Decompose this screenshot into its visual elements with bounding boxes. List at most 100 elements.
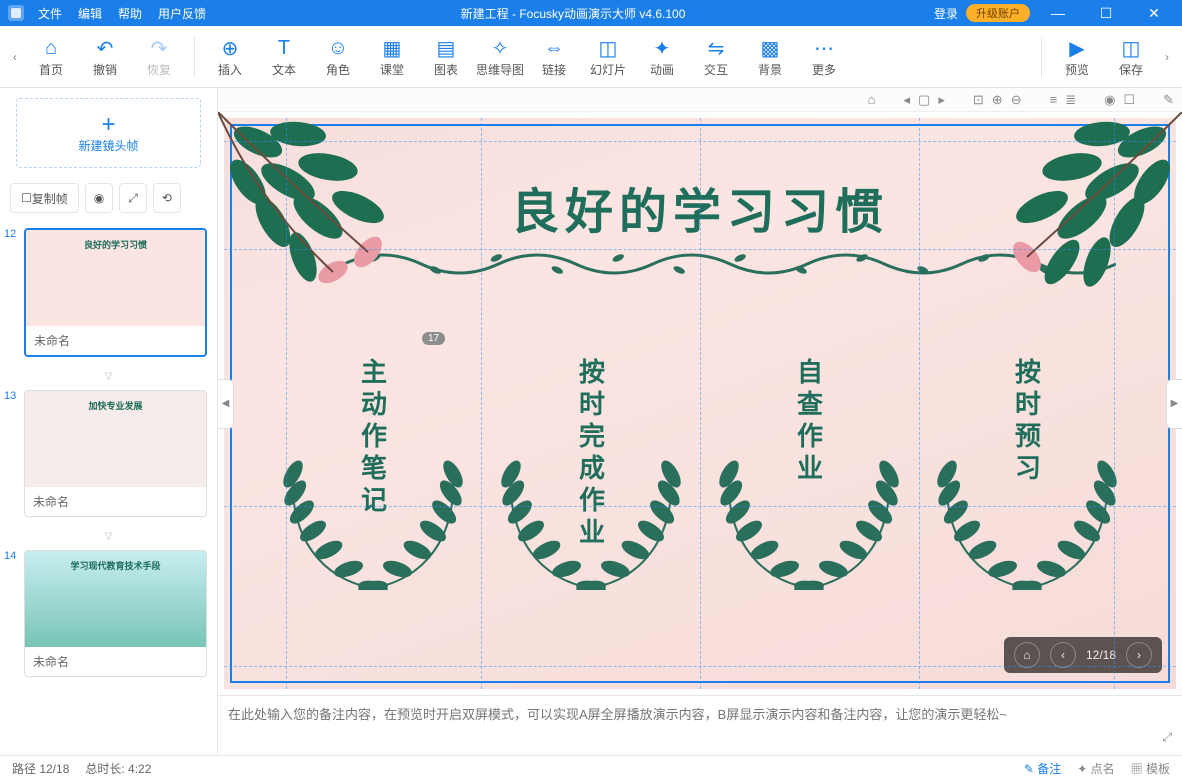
- tool-frame-icon[interactable]: ▢: [918, 92, 930, 108]
- app-icon: [8, 5, 24, 21]
- tool-prev-icon[interactable]: ◂: [904, 92, 911, 108]
- status-remark-button[interactable]: ✎ 备注: [1024, 760, 1061, 777]
- ribbon-背景-button[interactable]: ▩背景: [743, 29, 797, 85]
- tool-alignl-icon[interactable]: ≡: [1050, 92, 1058, 107]
- ribbon-sep: [194, 37, 195, 77]
- laurel-item[interactable]: 自查作业: [709, 350, 909, 590]
- ribbon-图表-button[interactable]: ▤图表: [419, 29, 473, 85]
- loop-button[interactable]: ⟲: [153, 183, 181, 213]
- 背景-icon: ▩: [761, 35, 780, 61]
- ribbon-幻灯片-button[interactable]: ◫幻灯片: [581, 29, 635, 85]
- notes-input[interactable]: [228, 704, 1172, 747]
- 课堂-icon: ▦: [383, 35, 402, 61]
- ribbon-文本-button[interactable]: T文本: [257, 29, 311, 85]
- status-duration: 总时长: 4:22: [85, 760, 151, 777]
- ribbon-更多-button[interactable]: ⋯更多: [797, 29, 851, 85]
- nav-prev-icon[interactable]: ‹: [1050, 642, 1076, 668]
- status-bar: 路径 12/18 总时长: 4:22 ✎ 备注 ✦ 点名 ▦ 模板: [0, 755, 1182, 781]
- canvas-toolbar: ⌂ ◂ ▢ ▸ ⊡ ⊕ ⊖ ≡ ≣ ◉ ☐ ✎: [218, 88, 1182, 112]
- menu-edit[interactable]: 编辑: [72, 2, 108, 25]
- tool-home-icon[interactable]: ⌂: [868, 92, 876, 107]
- 更多-icon: ⋯: [814, 35, 834, 61]
- collapse-sidebar-button[interactable]: ◀: [218, 379, 234, 429]
- ribbon-撤销-button[interactable]: ↶撤销: [78, 29, 132, 85]
- ribbon-交互-button[interactable]: ⇋交互: [689, 29, 743, 85]
- 链接-icon: ⇔: [544, 35, 564, 61]
- notes-panel: ⤢: [218, 695, 1182, 755]
- tool-next-icon[interactable]: ▸: [938, 92, 945, 108]
- new-frame-label: 新建镜头帧: [78, 137, 138, 154]
- 插入-icon: ⊕: [222, 35, 239, 61]
- 文本-icon: T: [278, 35, 290, 61]
- tool-edit-icon[interactable]: ✎: [1163, 92, 1174, 108]
- ribbon-课堂-button[interactable]: ▦课堂: [365, 29, 419, 85]
- plus-icon: +: [101, 113, 115, 137]
- main-menu: 文件 编辑 帮助 用户反馈: [32, 2, 212, 25]
- expand-notes-icon[interactable]: ⤢: [1162, 730, 1172, 745]
- slide-thumb-12[interactable]: 12 良好的学习习惯 未命名: [10, 228, 207, 357]
- laurel-item[interactable]: 主动作笔记: [273, 350, 473, 590]
- copy-frame-button[interactable]: ☐ 复制帧: [10, 183, 79, 213]
- status-template-button[interactable]: ▦ 模板: [1131, 760, 1170, 777]
- 幻灯片-icon: ◫: [599, 35, 618, 61]
- ribbon-首页-button[interactable]: ⌂首页: [24, 29, 78, 85]
- tool-camera-icon[interactable]: ◉: [1104, 92, 1115, 108]
- 角色-icon: ☺: [328, 35, 348, 61]
- close-button[interactable]: ✕: [1134, 5, 1174, 22]
- window-title: 新建工程 - Focusky动画演示大师 v4.6.100: [212, 5, 934, 22]
- new-frame-button[interactable]: + 新建镜头帧: [16, 98, 201, 168]
- nav-page-indicator: 12/18: [1086, 648, 1116, 662]
- ribbon-toolbar: ‹ ⌂首页↶撤销↷恢复 ⊕插入T文本☺角色▦课堂▤图表✧思维导图⇔链接◫幻灯片✦…: [0, 26, 1182, 88]
- 恢复-icon: ↷: [151, 35, 168, 61]
- status-speaker-button[interactable]: ✦ 点名: [1077, 760, 1114, 777]
- aspect-button[interactable]: ⤢: [119, 183, 147, 213]
- 交互-icon: ⇋: [708, 35, 725, 61]
- 动画-icon: ✦: [654, 35, 671, 61]
- minimize-button[interactable]: —: [1038, 5, 1078, 21]
- ribbon-恢复-button[interactable]: ↷恢复: [132, 29, 186, 85]
- ribbon-预览-button[interactable]: ▶预览: [1050, 29, 1104, 85]
- upgrade-button[interactable]: 升级账户: [966, 4, 1030, 22]
- maximize-button[interactable]: ☐: [1086, 5, 1126, 22]
- ribbon-角色-button[interactable]: ☺角色: [311, 29, 365, 85]
- slide-thumb-13[interactable]: 13 加快专业发展 未命名: [10, 390, 207, 517]
- slides-sidebar: + 新建镜头帧 ☐ 复制帧 ◉ ⤢ ⟲ 12 良好的学习习惯 未命名 ▽ 13 …: [0, 88, 218, 755]
- status-path: 路径 12/18: [12, 760, 69, 777]
- 图表-icon: ▤: [437, 35, 456, 61]
- slide-thumb-14[interactable]: 14 学习现代教育技术手段 未命名: [10, 550, 207, 677]
- decor-leaves-tr: [972, 112, 1182, 312]
- stage-canvas[interactable]: 良好的学习习惯 17 主动作笔记 按时完成作业 自查作业 按时预习: [224, 118, 1176, 689]
- menu-file[interactable]: 文件: [32, 2, 68, 25]
- 撤销-icon: ↶: [97, 35, 114, 61]
- ribbon-链接-button[interactable]: ⇔链接: [527, 29, 581, 85]
- tool-zoomin-icon[interactable]: ⊕: [992, 92, 1003, 108]
- element-badge: 17: [422, 332, 445, 345]
- nav-home-icon[interactable]: ⌂: [1014, 642, 1040, 668]
- tool-copy-icon[interactable]: ☐: [1123, 92, 1135, 108]
- ribbon-思维导图-button[interactable]: ✧思维导图: [473, 29, 527, 85]
- canvas-area: ⌂ ◂ ▢ ▸ ⊡ ⊕ ⊖ ≡ ≣ ◉ ☐ ✎ ◀ ▶: [218, 88, 1182, 755]
- camera-button[interactable]: ◉: [85, 183, 113, 213]
- slide-nav-pill: ⌂ ‹ 12/18 ›: [1004, 637, 1162, 673]
- ribbon-插入-button[interactable]: ⊕插入: [203, 29, 257, 85]
- laurel-item[interactable]: 按时预习: [927, 350, 1127, 590]
- ribbon-保存-button[interactable]: ◫保存: [1104, 29, 1158, 85]
- menu-feedback[interactable]: 用户反馈: [152, 2, 212, 25]
- login-link[interactable]: 登录: [934, 5, 958, 22]
- tool-zoomfit-icon[interactable]: ⊡: [973, 92, 984, 108]
- ribbon-scroll-right[interactable]: ›: [1158, 29, 1176, 85]
- laurel-item[interactable]: 按时完成作业: [491, 350, 691, 590]
- slide-thumbnails: 12 良好的学习习惯 未命名 ▽ 13 加快专业发展 未命名 ▽ 14 学习现代…: [0, 228, 217, 755]
- ribbon-动画-button[interactable]: ✦动画: [635, 29, 689, 85]
- nav-next-icon[interactable]: ›: [1126, 642, 1152, 668]
- collapse-panel-button[interactable]: ▶: [1166, 379, 1182, 429]
- title-bar: 文件 编辑 帮助 用户反馈 新建工程 - Focusky动画演示大师 v4.6.…: [0, 0, 1182, 26]
- 首页-icon: ⌂: [45, 35, 57, 61]
- ribbon-scroll-left[interactable]: ‹: [6, 29, 24, 85]
- menu-help[interactable]: 帮助: [112, 2, 148, 25]
- 保存-icon: ◫: [1122, 35, 1141, 61]
- 思维导图-icon: ✧: [492, 35, 509, 61]
- tool-alignc-icon[interactable]: ≣: [1065, 92, 1076, 108]
- ribbon-sep: [1041, 37, 1042, 77]
- tool-zoomout-icon[interactable]: ⊖: [1011, 92, 1022, 108]
